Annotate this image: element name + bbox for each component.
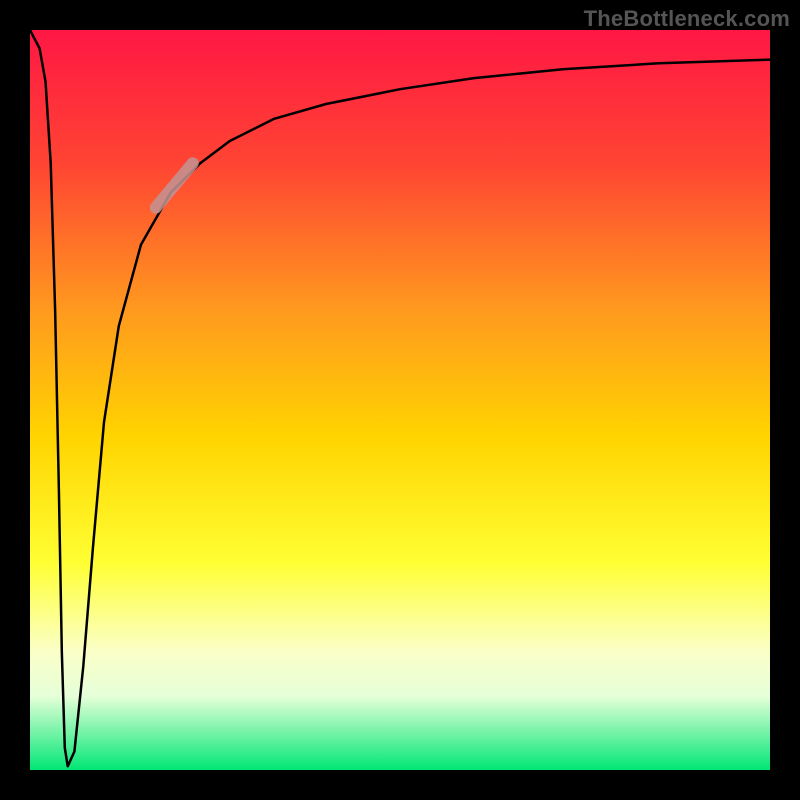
plot-area	[30, 30, 770, 770]
chart-frame: TheBottleneck.com	[0, 0, 800, 800]
gradient-background	[30, 30, 770, 770]
chart-svg	[30, 30, 770, 770]
watermark-text: TheBottleneck.com	[584, 6, 790, 32]
